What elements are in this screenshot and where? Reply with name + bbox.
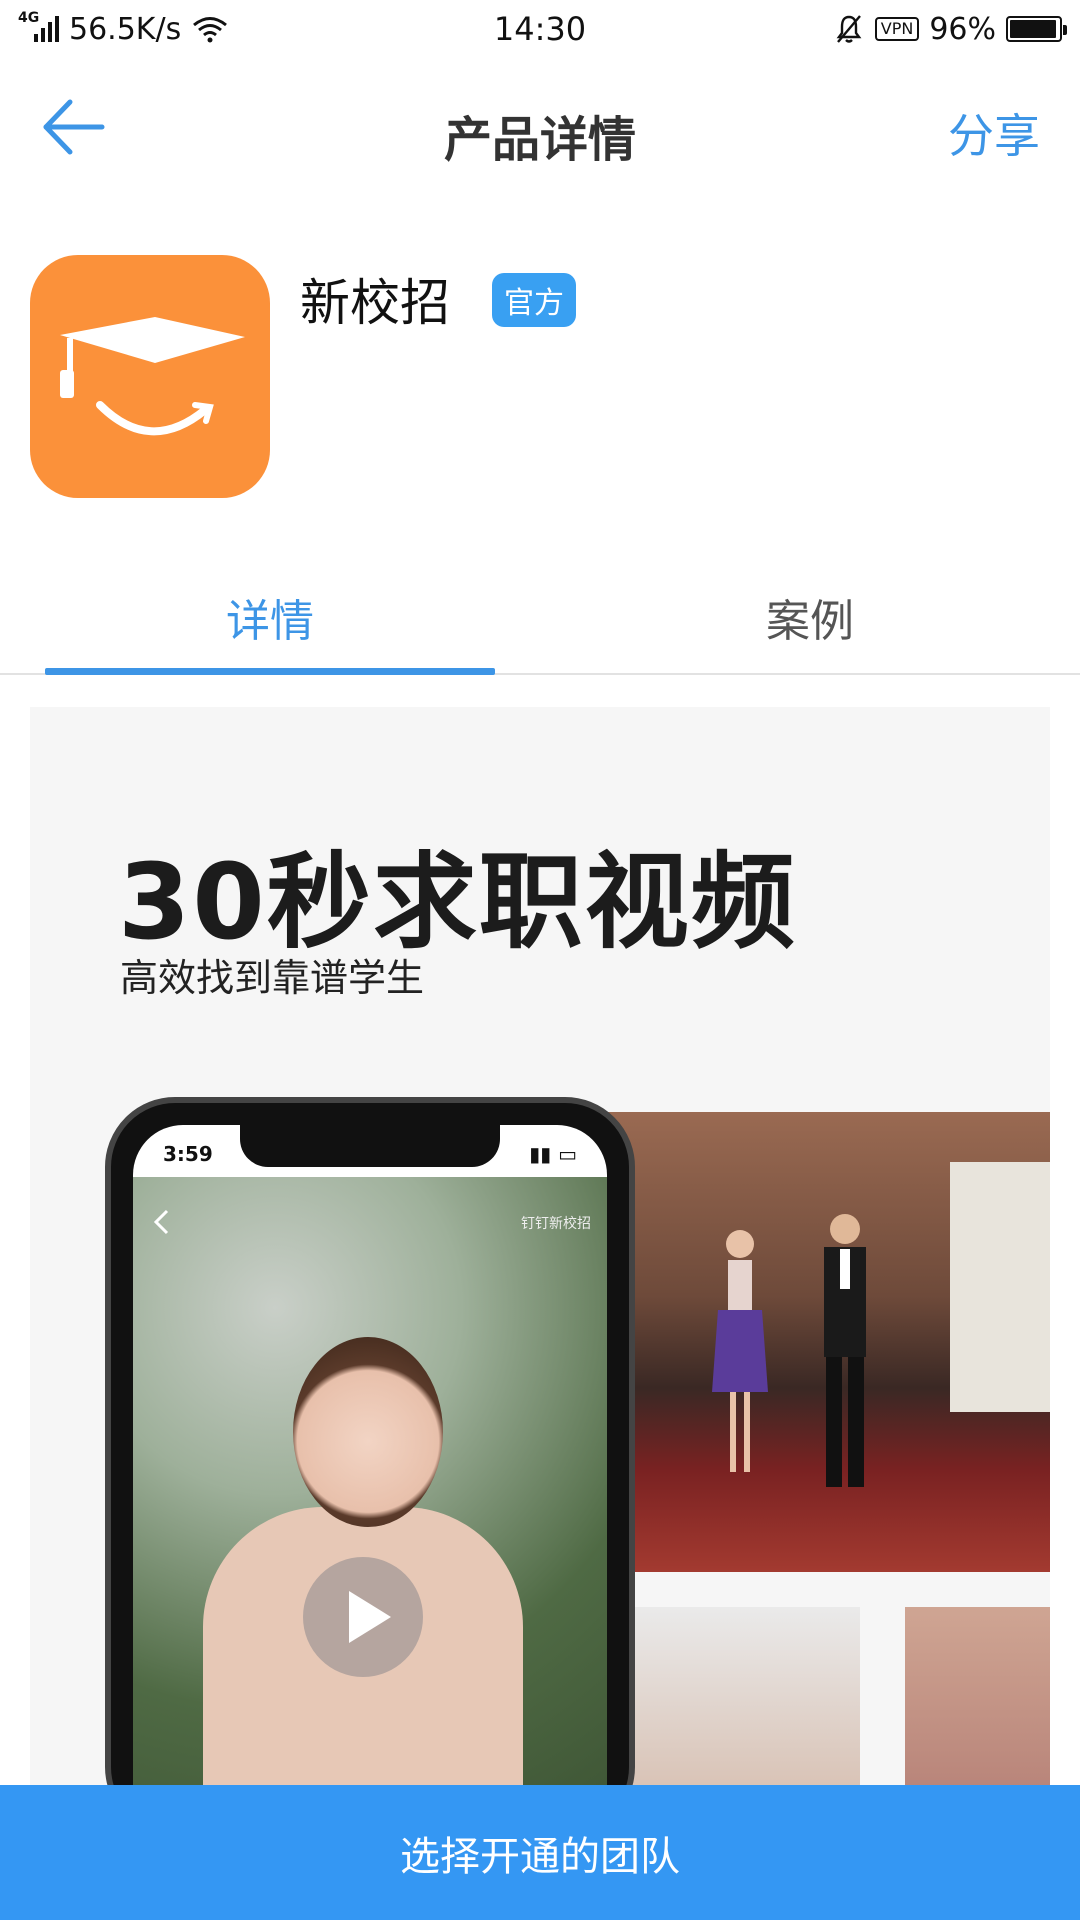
active-tab-indicator xyxy=(45,668,495,675)
select-team-button[interactable]: 选择开通的团队 xyxy=(0,1785,1080,1920)
tab-bar: 详情 案例 xyxy=(0,575,1080,675)
page-title: 产品详情 xyxy=(443,112,636,168)
app-header: 新校招 官方 xyxy=(0,255,1080,500)
battery-icon xyxy=(1006,16,1067,42)
banner-headline: 30秒求职视频 xyxy=(118,841,797,963)
stage-person-girl xyxy=(712,1230,768,1472)
phone-battery-icon: ▮▮ ▭ xyxy=(529,1142,577,1166)
phone-notch xyxy=(240,1125,500,1167)
status-bar: 4G 56.5K/s 14:30 VPN 96% xyxy=(0,0,1080,58)
phone-brand-label: 钉钉新校招 xyxy=(521,1216,591,1232)
video-person-face xyxy=(293,1337,443,1527)
status-time: 14:30 xyxy=(493,10,587,48)
tab-details[interactable]: 详情 xyxy=(0,585,540,649)
battery-level xyxy=(1010,20,1057,38)
candidate-thumbnail xyxy=(620,1607,860,1787)
candidate-thumbnail xyxy=(905,1607,1050,1787)
app-name: 新校招 xyxy=(300,274,450,332)
official-badge: 官方 xyxy=(492,273,576,327)
tab-cases[interactable]: 案例 xyxy=(540,585,1080,649)
nav-bar: 产品详情 分享 xyxy=(0,70,1080,185)
phone-screen: 3:59 ▮▮ ▭ 钉钉新校招 xyxy=(133,1125,607,1787)
chevron-left-icon xyxy=(153,1209,169,1235)
stage-photo xyxy=(590,1112,1050,1572)
phone-mockup: 3:59 ▮▮ ▭ 钉钉新校招 xyxy=(105,1097,635,1787)
share-button[interactable]: 分享 xyxy=(948,100,1040,166)
app-icon xyxy=(30,255,270,498)
play-button[interactable] xyxy=(303,1557,423,1677)
play-icon xyxy=(349,1591,391,1643)
projection-screen xyxy=(950,1162,1050,1412)
banner-subtitle: 高效找到靠谱学生 xyxy=(120,956,425,1000)
video-preview: 钉钉新校招 xyxy=(133,1177,607,1787)
phone-time: 3:59 xyxy=(163,1142,213,1166)
product-banner: 30秒求职视频 高效找到靠谱学生 3:59 ▮▮ ▭ 钉钉新校招 xyxy=(30,707,1050,1787)
graduation-cap-icon xyxy=(60,317,245,436)
stage-person-man xyxy=(824,1214,866,1487)
